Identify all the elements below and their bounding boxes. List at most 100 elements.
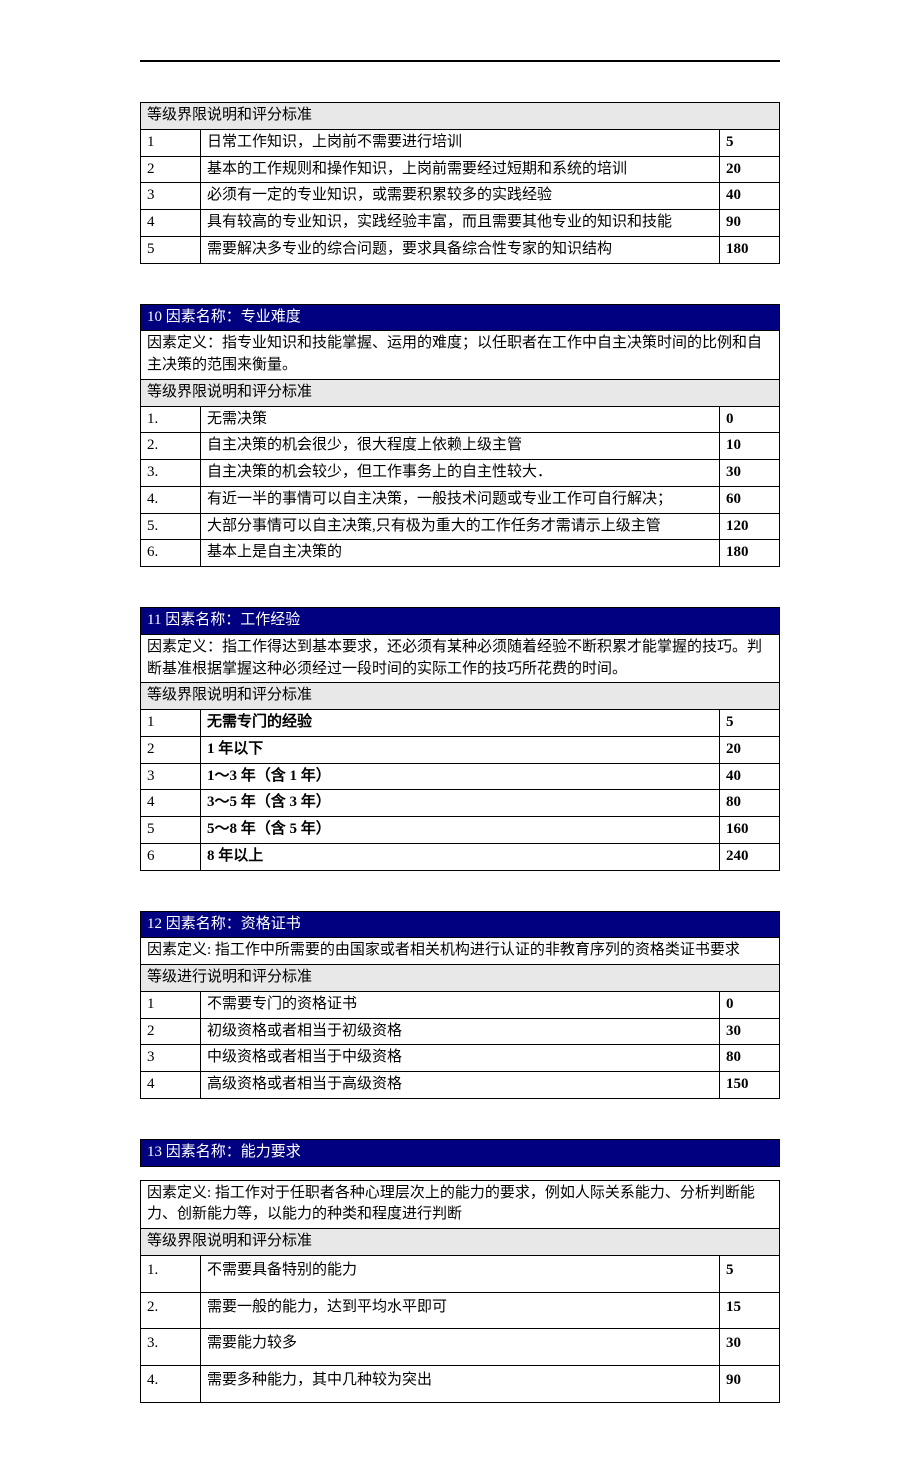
level-cell: 6	[141, 843, 201, 870]
desc-cell: 自主决策的机会很少，很大程度上依赖上级主管	[201, 433, 720, 460]
level-cell: 1	[141, 991, 201, 1018]
table-row: 2.自主决策的机会很少，很大程度上依赖上级主管10	[141, 433, 780, 460]
scale-header-row: 等级界限说明和评分标准	[141, 379, 780, 406]
scale-header-row: 等级界限说明和评分标准	[141, 1229, 780, 1256]
level-cell: 2	[141, 156, 201, 183]
desc-cell: 8 年以上	[201, 843, 720, 870]
table-row: 1不需要专门的资格证书0	[141, 991, 780, 1018]
table-row: 4.需要多种能力，其中几种较为突出90	[141, 1366, 780, 1403]
score-cell: 5	[719, 129, 779, 156]
score-cell: 240	[719, 843, 779, 870]
table-row: 5需要解决多专业的综合问题，要求具备综合性专家的知识结构180	[141, 236, 780, 263]
desc-cell: 不需要专门的资格证书	[201, 991, 720, 1018]
table-row: 2初级资格或者相当于初级资格30	[141, 1018, 780, 1045]
level-cell: 1	[141, 129, 201, 156]
level-cell: 4	[141, 210, 201, 237]
table-row: 2基本的工作规则和操作知识，上岗前需要经过短期和系统的培训20	[141, 156, 780, 183]
level-cell: 3	[141, 1045, 201, 1072]
factor-definition: 因素定义：指专业知识和技能掌握、运用的难度；以任职者在工作中自主决策时间的比例和…	[141, 331, 780, 380]
level-cell: 4.	[141, 1366, 201, 1403]
desc-cell: 5～8 年（含 5 年）	[201, 817, 720, 844]
desc-cell: 初级资格或者相当于初级资格	[201, 1018, 720, 1045]
desc-cell: 中级资格或者相当于中级资格	[201, 1045, 720, 1072]
desc-cell: 具有较高的专业知识，实践经验丰富，而且需要其他专业的知识和技能	[201, 210, 720, 237]
score-cell: 30	[719, 460, 779, 487]
table-row: 6.基本上是自主决策的180	[141, 540, 780, 567]
level-cell: 5.	[141, 513, 201, 540]
factor-table: 12 因素名称：资格证书 因素定义: 指工作中所需要的由国家或者相关机构进行认证…	[140, 911, 780, 1099]
factor-definition: 因素定义：指工作得达到基本要求，还必须有某种必须随着经验不断积累才能掌握的技巧。…	[141, 634, 780, 683]
factor-definition-row: 因素定义：指专业知识和技能掌握、运用的难度；以任职者在工作中自主决策时间的比例和…	[141, 331, 780, 380]
table-row: 3.需要能力较多30	[141, 1329, 780, 1366]
score-cell: 5	[719, 710, 779, 737]
table-row: 4.有近一半的事情可以自主决策，一般技术问题或专业工作可自行解决；60	[141, 486, 780, 513]
desc-cell: 自主决策的机会较少，但工作事务上的自主性较大．	[201, 460, 720, 487]
score-cell: 15	[719, 1292, 779, 1329]
factor-title: 10 因素名称：专业难度	[141, 304, 780, 331]
factor-definition-row: 因素定义: 指工作对于任职者各种心理层次上的能力的要求，例如人际关系能力、分析判…	[141, 1180, 780, 1229]
scale-header: 等级界限说明和评分标准	[141, 379, 780, 406]
desc-cell: 无需决策	[201, 406, 720, 433]
level-cell: 5	[141, 817, 201, 844]
level-cell: 6.	[141, 540, 201, 567]
score-cell: 20	[719, 736, 779, 763]
scale-header-row: 等级界限说明和评分标准	[141, 103, 780, 130]
score-cell: 40	[719, 763, 779, 790]
score-cell: 160	[719, 817, 779, 844]
level-cell: 3	[141, 763, 201, 790]
score-cell: 0	[719, 991, 779, 1018]
table-row: 1.无需决策0	[141, 406, 780, 433]
table-row: 1日常工作知识，上岗前不需要进行培训5	[141, 129, 780, 156]
scale-header: 等级界限说明和评分标准	[141, 1229, 780, 1256]
factor-definition: 因素定义: 指工作对于任职者各种心理层次上的能力的要求，例如人际关系能力、分析判…	[141, 1180, 780, 1229]
factor-title: 12 因素名称：资格证书	[141, 911, 780, 938]
desc-cell: 1～3 年（含 1 年）	[201, 763, 720, 790]
desc-cell: 1 年以下	[201, 736, 720, 763]
desc-cell: 需要解决多专业的综合问题，要求具备综合性专家的知识结构	[201, 236, 720, 263]
score-cell: 150	[719, 1072, 779, 1099]
level-cell: 2	[141, 736, 201, 763]
factor-title: 13 因素名称：能力要求	[141, 1139, 780, 1166]
score-cell: 10	[719, 433, 779, 460]
table-row: 3.自主决策的机会较少，但工作事务上的自主性较大．30	[141, 460, 780, 487]
spacer	[141, 1166, 780, 1180]
table-row: 68 年以上240	[141, 843, 780, 870]
scale-rows: 1.无需决策02.自主决策的机会很少，很大程度上依赖上级主管103.自主决策的机…	[141, 406, 780, 567]
level-cell: 2.	[141, 1292, 201, 1329]
score-cell: 80	[719, 1045, 779, 1072]
level-cell: 3.	[141, 460, 201, 487]
level-cell: 2.	[141, 433, 201, 460]
scale-header: 等级界限说明和评分标准	[141, 103, 780, 130]
table-row: 3必须有一定的专业知识，或需要积累较多的实践经验40	[141, 183, 780, 210]
factor-title-row: 13 因素名称：能力要求	[141, 1139, 780, 1166]
level-cell: 4	[141, 1072, 201, 1099]
factor-table: 10 因素名称：专业难度 因素定义：指专业知识和技能掌握、运用的难度；以任职者在…	[140, 304, 780, 568]
level-cell: 1.	[141, 1255, 201, 1292]
score-cell: 40	[719, 183, 779, 210]
factor-block-12: 12 因素名称：资格证书 因素定义: 指工作中所需要的由国家或者相关机构进行认证…	[140, 911, 780, 1099]
level-cell: 2	[141, 1018, 201, 1045]
factor-title: 11 因素名称：工作经验	[141, 608, 780, 635]
score-cell: 180	[719, 540, 779, 567]
scale-rows: 1日常工作知识，上岗前不需要进行培训52基本的工作规则和操作知识，上岗前需要经过…	[141, 129, 780, 263]
scale-header: 等级进行说明和评分标准	[141, 965, 780, 992]
score-cell: 30	[719, 1018, 779, 1045]
desc-cell: 基本上是自主决策的	[201, 540, 720, 567]
level-cell: 1	[141, 710, 201, 737]
desc-cell: 高级资格或者相当于高级资格	[201, 1072, 720, 1099]
factor-table: 等级界限说明和评分标准 1日常工作知识，上岗前不需要进行培训52基本的工作规则和…	[140, 102, 780, 264]
scale-rows: 1不需要专门的资格证书02初级资格或者相当于初级资格303中级资格或者相当于中级…	[141, 991, 780, 1098]
table-row: 2.需要一般的能力，达到平均水平即可15	[141, 1292, 780, 1329]
desc-cell: 无需专门的经验	[201, 710, 720, 737]
factor-block-11: 11 因素名称：工作经验 因素定义：指工作得达到基本要求，还必须有某种必须随着经…	[140, 607, 780, 871]
desc-cell: 日常工作知识，上岗前不需要进行培训	[201, 129, 720, 156]
table-row: 1.不需要具备特别的能力5	[141, 1255, 780, 1292]
desc-cell: 有近一半的事情可以自主决策，一般技术问题或专业工作可自行解决；	[201, 486, 720, 513]
score-cell: 5	[719, 1255, 779, 1292]
table-row: 4具有较高的专业知识，实践经验丰富，而且需要其他专业的知识和技能90	[141, 210, 780, 237]
level-cell: 1.	[141, 406, 201, 433]
factor-definition: 因素定义: 指工作中所需要的由国家或者相关机构进行认证的非教育序列的资格类证书要…	[141, 938, 780, 965]
factor-definition-row: 因素定义：指工作得达到基本要求，还必须有某种必须随着经验不断积累才能掌握的技巧。…	[141, 634, 780, 683]
scale-rows: 1.不需要具备特别的能力52.需要一般的能力，达到平均水平即可153.需要能力较…	[141, 1255, 780, 1402]
factor-table: 13 因素名称：能力要求 因素定义: 指工作对于任职者各种心理层次上的能力的要求…	[140, 1139, 780, 1403]
